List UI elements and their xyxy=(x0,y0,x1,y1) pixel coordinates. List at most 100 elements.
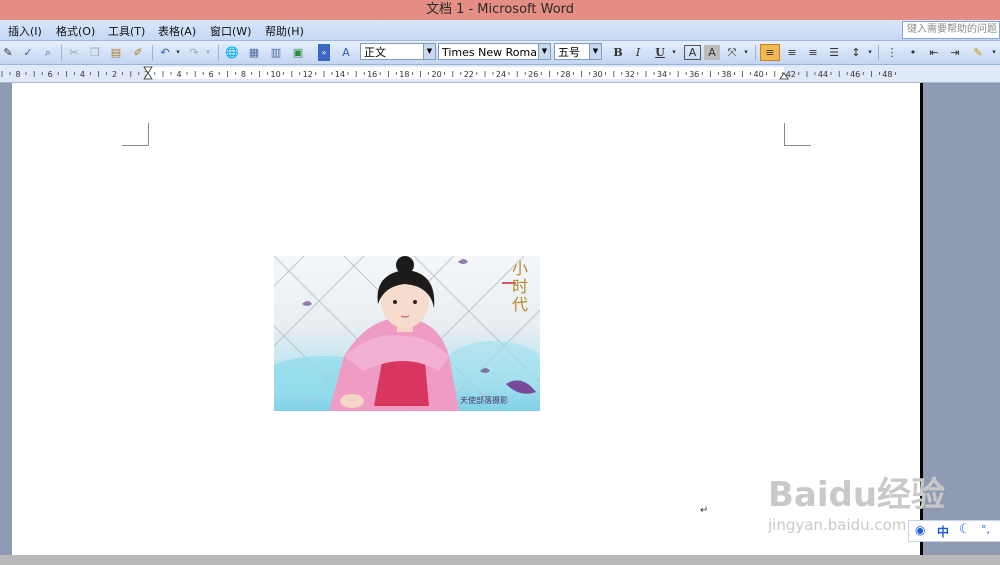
punctuation-icon[interactable]: °, xyxy=(981,523,990,536)
font-size-value: 五号 xyxy=(558,46,580,59)
toolbar-separator xyxy=(152,45,153,61)
insert-table-icon[interactable]: ▥ xyxy=(268,44,284,61)
paste-format-icon[interactable]: ✎ xyxy=(0,44,16,61)
ruler-label: 40 xyxy=(754,70,764,79)
align-left-icon[interactable]: ≡ xyxy=(760,44,780,61)
watermark-brand: Baidu经验 xyxy=(768,475,946,515)
toolbar-separator xyxy=(218,45,219,61)
ruler-label: 4 xyxy=(176,70,181,79)
decrease-indent-icon[interactable]: ⇤ xyxy=(926,44,942,61)
ruler-label: 30 xyxy=(593,70,603,79)
ruler-label: 16 xyxy=(367,70,377,79)
highlight-icon[interactable]: ✎ xyxy=(970,44,986,61)
ruler-label: 22 xyxy=(464,70,474,79)
ruler-label: 6 xyxy=(209,70,214,79)
ruler-label: 8 xyxy=(241,70,246,79)
horizontal-ruler[interactable]: 8642246810121416182022242628303234363840… xyxy=(0,65,1000,83)
ruler-label: 6 xyxy=(48,70,53,79)
char-scaling-dropdown-icon[interactable]: ▾ xyxy=(742,44,750,61)
menu-insert[interactable]: 插入(I) xyxy=(8,23,42,39)
insert-excel-icon[interactable]: ▣ xyxy=(290,44,306,61)
font-size-select[interactable]: 五号 ▼ xyxy=(554,43,602,60)
menu-table[interactable]: 表格(A) xyxy=(158,23,196,39)
tables-borders-icon[interactable]: ▦ xyxy=(246,44,262,61)
chevron-down-icon: ▼ xyxy=(589,44,601,59)
undo-dropdown-icon[interactable]: ▾ xyxy=(174,44,182,61)
char-scaling-icon[interactable]: ⤧ xyxy=(724,44,740,61)
copy-icon[interactable]: ❐ xyxy=(87,44,103,61)
style-select-value: 正文 xyxy=(364,46,386,59)
ruler-label: 12 xyxy=(303,70,313,79)
chevron-down-icon: ▼ xyxy=(423,44,435,59)
research-icon[interactable]: ⌕ xyxy=(40,44,56,61)
numbering-icon[interactable]: ⋮ xyxy=(884,44,900,61)
justify-icon[interactable]: ☰ xyxy=(826,44,842,61)
ruler-label: 20 xyxy=(432,70,442,79)
paste-icon[interactable]: ▤ xyxy=(108,44,124,61)
photo-graphic xyxy=(274,256,540,411)
align-right-icon[interactable]: ≡ xyxy=(805,44,821,61)
ruler-label: 2 xyxy=(112,70,117,79)
help-search-input[interactable]: 键入需要帮助的问题 xyxy=(902,21,1000,39)
ruler-ticks: 8642246810121416182022242628303234363840… xyxy=(1,66,896,80)
spelling-icon[interactable]: ✓ xyxy=(20,44,36,61)
ruler-label: 28 xyxy=(560,70,570,79)
margin-corner-mark xyxy=(784,123,811,146)
underline-dropdown-icon[interactable]: ▾ xyxy=(670,44,678,61)
ruler-label: 44 xyxy=(818,70,828,79)
paragraph-mark: ↵ xyxy=(700,505,709,516)
char-border-button[interactable]: A xyxy=(684,45,701,60)
line-spacing-dropdown-icon[interactable]: ▾ xyxy=(866,44,874,61)
ruler-label: 34 xyxy=(657,70,667,79)
menu-format[interactable]: 格式(O) xyxy=(56,23,95,39)
undo-icon[interactable]: ↶ xyxy=(157,44,173,61)
increase-indent-icon[interactable]: ⇥ xyxy=(947,44,963,61)
ruler-label: 4 xyxy=(80,70,85,79)
ruler-label: 36 xyxy=(689,70,699,79)
cut-icon[interactable]: ✂ xyxy=(66,44,82,61)
ruler-label: 24 xyxy=(496,70,506,79)
toolbar-options-icon[interactable]: » xyxy=(318,44,330,61)
menu-window[interactable]: 窗口(W) xyxy=(210,23,251,39)
bold-button[interactable]: B xyxy=(610,44,626,61)
ruler-label: 48 xyxy=(882,70,892,79)
margin-corner-mark xyxy=(122,123,149,146)
photo-logo-text: 天使部落摄影 xyxy=(460,396,508,405)
toolbar-separator xyxy=(61,45,62,61)
inserted-photo[interactable]: 小时代 天使部落摄影 xyxy=(274,256,540,411)
menu-help[interactable]: 帮助(H) xyxy=(265,23,304,39)
toolbar-separator xyxy=(755,45,756,61)
font-select[interactable]: Times New Roman ▼ xyxy=(438,43,551,60)
toolbar-separator xyxy=(878,45,879,61)
half-width-icon[interactable]: ☾ xyxy=(959,522,971,537)
redo-icon[interactable]: ↷ xyxy=(186,44,202,61)
highlight-dropdown-icon[interactable]: ▾ xyxy=(990,44,998,61)
char-shading-button[interactable]: A xyxy=(704,45,720,60)
left-margin-strip xyxy=(0,83,12,555)
menu-tools[interactable]: 工具(T) xyxy=(108,23,145,39)
ruler-label: 14 xyxy=(335,70,345,79)
chevron-down-icon: ▼ xyxy=(538,44,550,59)
styles-icon[interactable]: A xyxy=(338,44,354,61)
format-painter-icon[interactable]: ✐ xyxy=(130,44,146,61)
ruler-label: 26 xyxy=(528,70,538,79)
style-select[interactable]: 正文 ▼ xyxy=(360,43,436,60)
line-spacing-icon[interactable]: ↕ xyxy=(848,44,864,61)
ruler-label: 32 xyxy=(625,70,635,79)
status-strip xyxy=(0,555,1000,565)
menu-bar: 插入(I) 格式(O) 工具(T) 表格(A) 窗口(W) 帮助(H) xyxy=(0,20,1000,41)
toolbar: ✎ ✓ ⌕ ✂ ❐ ▤ ✐ ↶ ▾ ↷ ▾ 🌐 ▦ ▥ ▣ » A 正文 ▼ T… xyxy=(0,41,1000,65)
hyperlink-icon[interactable]: 🌐 xyxy=(224,44,240,61)
ruler-label: 8 xyxy=(15,70,20,79)
align-center-icon[interactable]: ≡ xyxy=(784,44,800,61)
ruler-label: 18 xyxy=(399,70,409,79)
photo-title-text: 小时代 xyxy=(509,260,528,314)
title-bar: 文档 1 - Microsoft Word xyxy=(0,0,1000,20)
bullets-icon[interactable]: • xyxy=(905,44,921,61)
watermark-url: jingyan.baidu.com xyxy=(768,516,907,534)
baidu-watermark: Baidu经验 jingyan.baidu.com xyxy=(768,478,945,534)
ruler-label: 46 xyxy=(850,70,860,79)
italic-button[interactable]: I xyxy=(630,44,646,61)
redo-dropdown-icon[interactable]: ▾ xyxy=(204,44,212,61)
underline-button[interactable]: U xyxy=(652,44,668,61)
